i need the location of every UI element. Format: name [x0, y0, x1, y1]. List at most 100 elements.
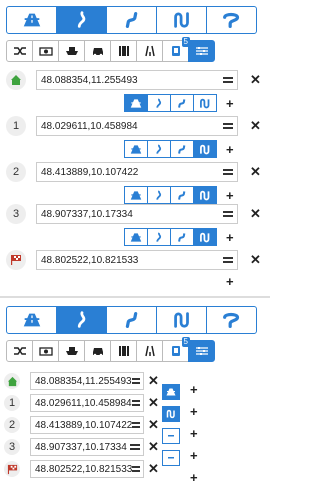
finish-flag-icon [4, 461, 20, 477]
motorway-icon [23, 313, 40, 327]
segment-motorway-button[interactable] [124, 228, 148, 246]
route-type-extra-curvy-button[interactable] [156, 6, 207, 34]
drag-handle-icon[interactable] [131, 378, 140, 384]
drag-handle-icon[interactable] [223, 169, 233, 175]
shuffle-button[interactable] [6, 40, 33, 62]
segment-curvy-button[interactable] [147, 140, 171, 158]
waypoint-coords-input[interactable]: 48.088354,11.255493 [36, 70, 238, 90]
segment-collapsed-button[interactable] [162, 428, 180, 444]
remove-waypoint-icon[interactable]: ✕ [148, 373, 159, 389]
route-type-curvy-2-button[interactable] [106, 6, 157, 34]
waypoint-row: 1 48.029611,10.458984 ✕ [4, 394, 159, 412]
add-waypoint-icon[interactable]: + [190, 426, 198, 441]
avoid-toll-button[interactable] [32, 40, 59, 62]
segment-curvy-2-button[interactable] [170, 140, 194, 158]
drag-handle-icon[interactable] [130, 444, 140, 450]
segment-motorway-button[interactable] [124, 94, 148, 112]
route-type-motorway-button[interactable] [6, 306, 57, 334]
segment-curvy-2-button[interactable] [170, 94, 194, 112]
route-type-curvy-button[interactable] [56, 306, 107, 334]
segment-collapsed-button[interactable] [162, 450, 180, 466]
waypoint-coords-input[interactable]: 48.029611,10.458984 [30, 394, 144, 412]
add-waypoint-icon[interactable]: + [226, 188, 234, 203]
app-button[interactable]: 5 [162, 37, 190, 62]
add-waypoint-icon[interactable]: + [226, 274, 234, 289]
drag-handle-icon[interactable] [131, 400, 140, 406]
waypoint-coords-input[interactable]: 48.907337,10.17334 [30, 438, 144, 456]
avoid-railway-button[interactable] [110, 340, 137, 362]
waypoint-row: 48.802522,10.821533 ✕ [6, 250, 261, 270]
avoid-car-button[interactable] [84, 40, 111, 62]
add-waypoint-icon[interactable]: + [226, 96, 234, 111]
remove-waypoint-icon[interactable]: ✕ [250, 252, 261, 268]
tunnel-icon [144, 45, 155, 57]
waypoint-coords-input[interactable]: 48.029611,10.458984 [36, 116, 238, 136]
segment-curvy-button[interactable] [147, 94, 171, 112]
extra-curvy-road-icon [200, 144, 210, 154]
drag-handle-icon[interactable] [223, 123, 233, 129]
waypoint-coords-input[interactable]: 48.413889,10.107422 [30, 416, 144, 434]
avoid-car-button[interactable] [84, 340, 111, 362]
avoid-tunnel-button[interactable] [136, 340, 163, 362]
remove-waypoint-icon[interactable]: ✕ [148, 439, 159, 455]
segment-curvy-button[interactable] [147, 186, 171, 204]
segment-curvy-2-button[interactable] [170, 228, 194, 246]
avoid-ferry-button[interactable] [58, 40, 85, 62]
waypoint-coords-input[interactable]: 48.802522,10.821533 [36, 250, 238, 270]
curvy-road-2-icon [178, 144, 186, 154]
waypoint-coords-input[interactable]: 48.802522,10.821533 [30, 460, 144, 478]
avoid-railway-button[interactable] [110, 40, 137, 62]
waypoint-number: 3 [4, 439, 20, 455]
avoid-tunnel-button[interactable] [136, 40, 163, 62]
remove-waypoint-icon[interactable]: ✕ [250, 164, 261, 180]
waypoint-number: 3 [6, 204, 26, 224]
waypoint-coords-input[interactable]: 48.413889,10.107422 [36, 162, 238, 182]
add-waypoint-icon[interactable]: + [226, 142, 234, 157]
remove-waypoint-icon[interactable]: ✕ [148, 461, 159, 477]
route-type-motorway-button[interactable] [6, 6, 57, 34]
app-button[interactable]: 5 [162, 337, 190, 362]
segment-extra-curvy-button[interactable] [193, 140, 217, 158]
add-waypoint-icon[interactable]: + [190, 448, 198, 463]
waypoint-coords-input[interactable]: 48.088354,11.255493 [30, 372, 144, 390]
segment-motorway-button[interactable] [124, 186, 148, 204]
avoid-ferry-button[interactable] [58, 340, 85, 362]
route-type-super-curvy-button[interactable] [206, 6, 257, 34]
segment-extra-curvy-button[interactable] [193, 94, 217, 112]
settings-button[interactable] [188, 40, 215, 62]
avoid-options-bar: 5 [6, 337, 215, 362]
segment-extra-curvy-button[interactable] [193, 228, 217, 246]
drag-handle-icon[interactable] [132, 466, 140, 472]
route-type-curvy-button[interactable] [56, 6, 107, 34]
drag-handle-icon[interactable] [223, 257, 233, 263]
route-type-curvy-2-button[interactable] [106, 306, 157, 334]
remove-waypoint-icon[interactable]: ✕ [148, 417, 159, 433]
remove-waypoint-icon[interactable]: ✕ [250, 206, 261, 222]
add-waypoint-icon[interactable]: + [190, 404, 198, 419]
segment-motorway-button[interactable] [124, 140, 148, 158]
route-type-super-curvy-button[interactable] [206, 306, 257, 334]
segment-curvy-2-button[interactable] [170, 186, 194, 204]
add-waypoint-icon[interactable]: + [226, 230, 234, 245]
add-waypoint-icon[interactable]: + [190, 382, 198, 397]
drag-handle-icon[interactable] [132, 422, 140, 428]
add-waypoint-icon[interactable]: + [190, 470, 198, 485]
segment-route-type [124, 94, 217, 112]
waypoint-coords-input[interactable]: 48.907337,10.17334 [36, 204, 238, 224]
avoid-toll-button[interactable] [32, 340, 59, 362]
segment-route-type [124, 186, 217, 204]
settings-button[interactable] [188, 340, 215, 362]
remove-waypoint-icon[interactable]: ✕ [250, 118, 261, 134]
route-type-extra-curvy-button[interactable] [156, 306, 207, 334]
start-home-icon [4, 373, 20, 389]
remove-waypoint-icon[interactable]: ✕ [250, 72, 261, 88]
segment-curvy-button[interactable] [147, 228, 171, 246]
shuffle-button[interactable] [6, 340, 33, 362]
remove-waypoint-icon[interactable]: ✕ [148, 395, 159, 411]
segment-extra-curvy-button[interactable] [193, 186, 217, 204]
sliders-icon [195, 347, 208, 355]
segment-motorway-button[interactable] [162, 384, 180, 400]
drag-handle-icon[interactable] [223, 77, 233, 83]
segment-extra-curvy-button[interactable] [162, 406, 180, 422]
drag-handle-icon[interactable] [223, 211, 233, 217]
